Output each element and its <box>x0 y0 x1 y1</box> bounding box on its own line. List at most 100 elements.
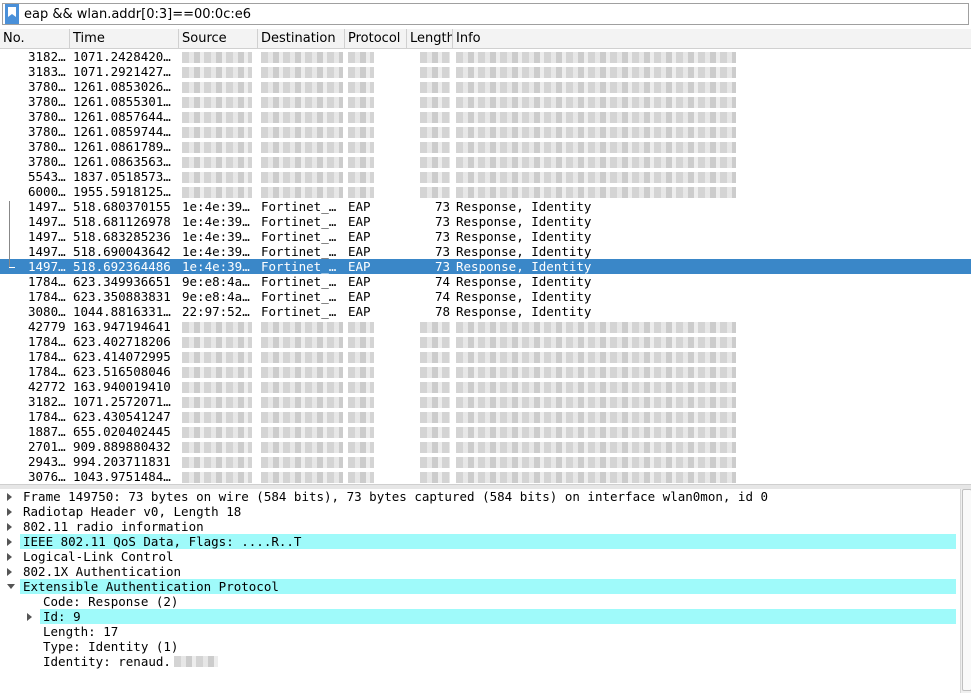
detail-row[interactable]: Id: 9 <box>27 609 956 624</box>
packet-cell-time: 1837.0518573… <box>73 169 171 184</box>
redacted-block <box>420 397 450 408</box>
column-header-source[interactable]: Source <box>179 29 258 48</box>
packet-row[interactable]: 5543… 1837.0518573… <box>0 169 971 184</box>
packet-row[interactable]: 3182… 1071.2428420… <box>0 49 971 64</box>
detail-row[interactable]: Radiotap Header v0, Length 18 <box>0 504 956 519</box>
packet-row[interactable]: 1784… 623.430541247 <box>0 409 971 424</box>
details-scrollbar-thumb[interactable] <box>962 489 971 691</box>
detail-row[interactable]: 802.11 radio information <box>0 519 956 534</box>
expanded-arrow-icon[interactable] <box>7 584 15 589</box>
packet-list[interactable]: 3182… 1071.2428420… 3183… 1071.2921427… 3780… <box>0 48 971 483</box>
packet-cell-len <box>407 79 453 94</box>
redacted-block <box>174 656 218 667</box>
collapsed-arrow-icon[interactable] <box>7 493 12 501</box>
display-filter-input[interactable]: eap && wlan.addr[0:3]==00:0c:e6 <box>2 3 969 25</box>
collapsed-arrow-icon[interactable] <box>7 538 12 546</box>
packet-cell-time: 623.516508046 <box>73 364 171 379</box>
packet-cell-proto: EAP <box>348 289 371 304</box>
packet-row[interactable]: 1497… 518.680370155 1e:4e:39… Fortinet_… EAP… <box>0 199 971 214</box>
packet-row[interactable]: 3183… 1071.2921427… <box>0 64 971 79</box>
packet-row[interactable]: 1784… 623.350883831 9e:e8:4a… Fortinet_… EAP… <box>0 289 971 304</box>
packet-cell-time: 1071.2572071… <box>73 394 171 409</box>
packet-cell-info <box>453 439 971 454</box>
packet-row[interactable]: 2943… 994.203711831 <box>0 454 971 469</box>
packet-cell-no: 3780… <box>28 109 66 124</box>
redacted-block <box>456 322 736 333</box>
redacted-block <box>348 187 374 198</box>
column-header-info[interactable]: Info <box>453 29 971 48</box>
bookmark-icon[interactable] <box>5 4 19 24</box>
packet-row[interactable]: 6000… 1955.5918125… <box>0 184 971 199</box>
column-header-time[interactable]: Time <box>70 29 179 48</box>
packet-cell-time: 1261.0855301… <box>73 94 171 109</box>
display-filter-text[interactable]: eap && wlan.addr[0:3]==00:0c:e6 <box>24 7 251 22</box>
redacted-block <box>261 382 343 393</box>
packet-cell-time: 518.692364486 <box>73 259 171 274</box>
packet-row[interactable]: 3780… 1261.0863563… <box>0 154 971 169</box>
collapsed-arrow-icon[interactable] <box>27 613 32 621</box>
packet-row[interactable]: 3780… 1261.0855301… <box>0 94 971 109</box>
packet-row[interactable]: 1784… 623.349936651 9e:e8:4a… Fortinet_… EAP… <box>0 274 971 289</box>
packet-row[interactable]: 1887… 655.020402445 <box>0 424 971 439</box>
packet-row[interactable]: 1497… 518.681126978 1e:4e:39… Fortinet_… EAP… <box>0 214 971 229</box>
packet-cell-dst <box>258 364 345 379</box>
redacted-block <box>182 382 252 393</box>
packet-cell-no: 1784… <box>28 289 66 304</box>
packet-row[interactable]: 42779 163.947194641 <box>0 319 971 334</box>
packet-row[interactable]: 1497… 518.692364486 1e:4e:39… Fortinet_… EAP… <box>0 259 971 274</box>
detail-row[interactable]: 802.1X Authentication <box>0 564 956 579</box>
packet-row[interactable]: 3780… 1261.0857644… <box>0 109 971 124</box>
detail-row[interactable]: Length: 17 <box>0 624 956 639</box>
collapsed-arrow-icon[interactable] <box>7 508 12 516</box>
column-header-protocol[interactable]: Protocol <box>345 29 407 48</box>
packet-row[interactable]: 1784… 623.516508046 <box>0 364 971 379</box>
redacted-block <box>456 367 736 378</box>
packet-row[interactable]: 3080… 1044.8816331… 22:97:52… Fortinet_… EAP… <box>0 304 971 319</box>
packet-row[interactable]: 3780… 1261.0853026… <box>0 79 971 94</box>
packet-cell-len: 73 <box>434 214 450 229</box>
redacted-block <box>456 97 736 108</box>
packet-row[interactable]: 1497… 518.683285236 1e:4e:39… Fortinet_… EAP… <box>0 229 971 244</box>
detail-row[interactable]: Code: Response (2) <box>0 594 956 609</box>
detail-row[interactable]: Frame 149750: 73 bytes on wire (584 bits… <box>0 489 956 504</box>
detail-row[interactable]: IEEE 802.11 QoS Data, Flags: ....R..T <box>7 534 956 549</box>
redacted-block <box>348 67 374 78</box>
packet-cell-proto <box>345 184 407 199</box>
redacted-block <box>261 52 343 63</box>
detail-row[interactable]: Type: Identity (1) <box>0 639 956 654</box>
detail-text: IEEE 802.11 QoS Data, Flags: ....R..T <box>23 534 302 549</box>
redacted-block <box>182 472 252 483</box>
column-header-no[interactable]: No. <box>0 29 70 48</box>
packet-cell-proto <box>345 79 407 94</box>
detail-row[interactable]: Extensible Authentication Protocol <box>7 579 956 594</box>
packet-row[interactable]: 3182… 1071.2572071… <box>0 394 971 409</box>
column-header-destination[interactable]: Destination <box>258 29 345 48</box>
packet-cell-info <box>453 64 971 79</box>
packet-row[interactable]: 3780… 1261.0861789… <box>0 139 971 154</box>
packet-cell-info <box>453 79 971 94</box>
packet-cell-time: 1261.0863563… <box>73 154 171 169</box>
packet-row[interactable]: 42772 163.940019410 <box>0 379 971 394</box>
packet-cell-info: Response, Identity <box>456 199 592 214</box>
detail-row[interactable]: Identity: renaud. <box>0 654 956 669</box>
packet-row[interactable]: 1784… 623.414072995 <box>0 349 971 364</box>
packet-details-tree[interactable]: Frame 149750: 73 bytes on wire (584 bits… <box>0 489 958 693</box>
redacted-block <box>261 457 343 468</box>
column-header-length[interactable]: Length <box>407 29 453 48</box>
packet-cell-info <box>453 319 971 334</box>
collapsed-arrow-icon[interactable] <box>7 553 12 561</box>
packet-cell-src <box>179 319 258 334</box>
packet-row[interactable]: 3780… 1261.0859744… <box>0 124 971 139</box>
packet-row[interactable]: 1497… 518.690043642 1e:4e:39… Fortinet_… EAP… <box>0 244 971 259</box>
packet-row[interactable]: 2701… 909.889880432 <box>0 439 971 454</box>
detail-row[interactable]: Logical-Link Control <box>0 549 956 564</box>
packet-cell-dst <box>258 154 345 169</box>
packet-cell-src <box>179 169 258 184</box>
collapsed-arrow-icon[interactable] <box>7 523 12 531</box>
packet-cell-no: 3780… <box>28 79 66 94</box>
packet-cell-len <box>407 109 453 124</box>
packet-row[interactable]: 1784… 623.402718206 <box>0 334 971 349</box>
details-scrollbar[interactable] <box>960 489 971 693</box>
packet-row[interactable]: 3076… 1043.9751484… <box>0 469 971 483</box>
collapsed-arrow-icon[interactable] <box>7 568 12 576</box>
